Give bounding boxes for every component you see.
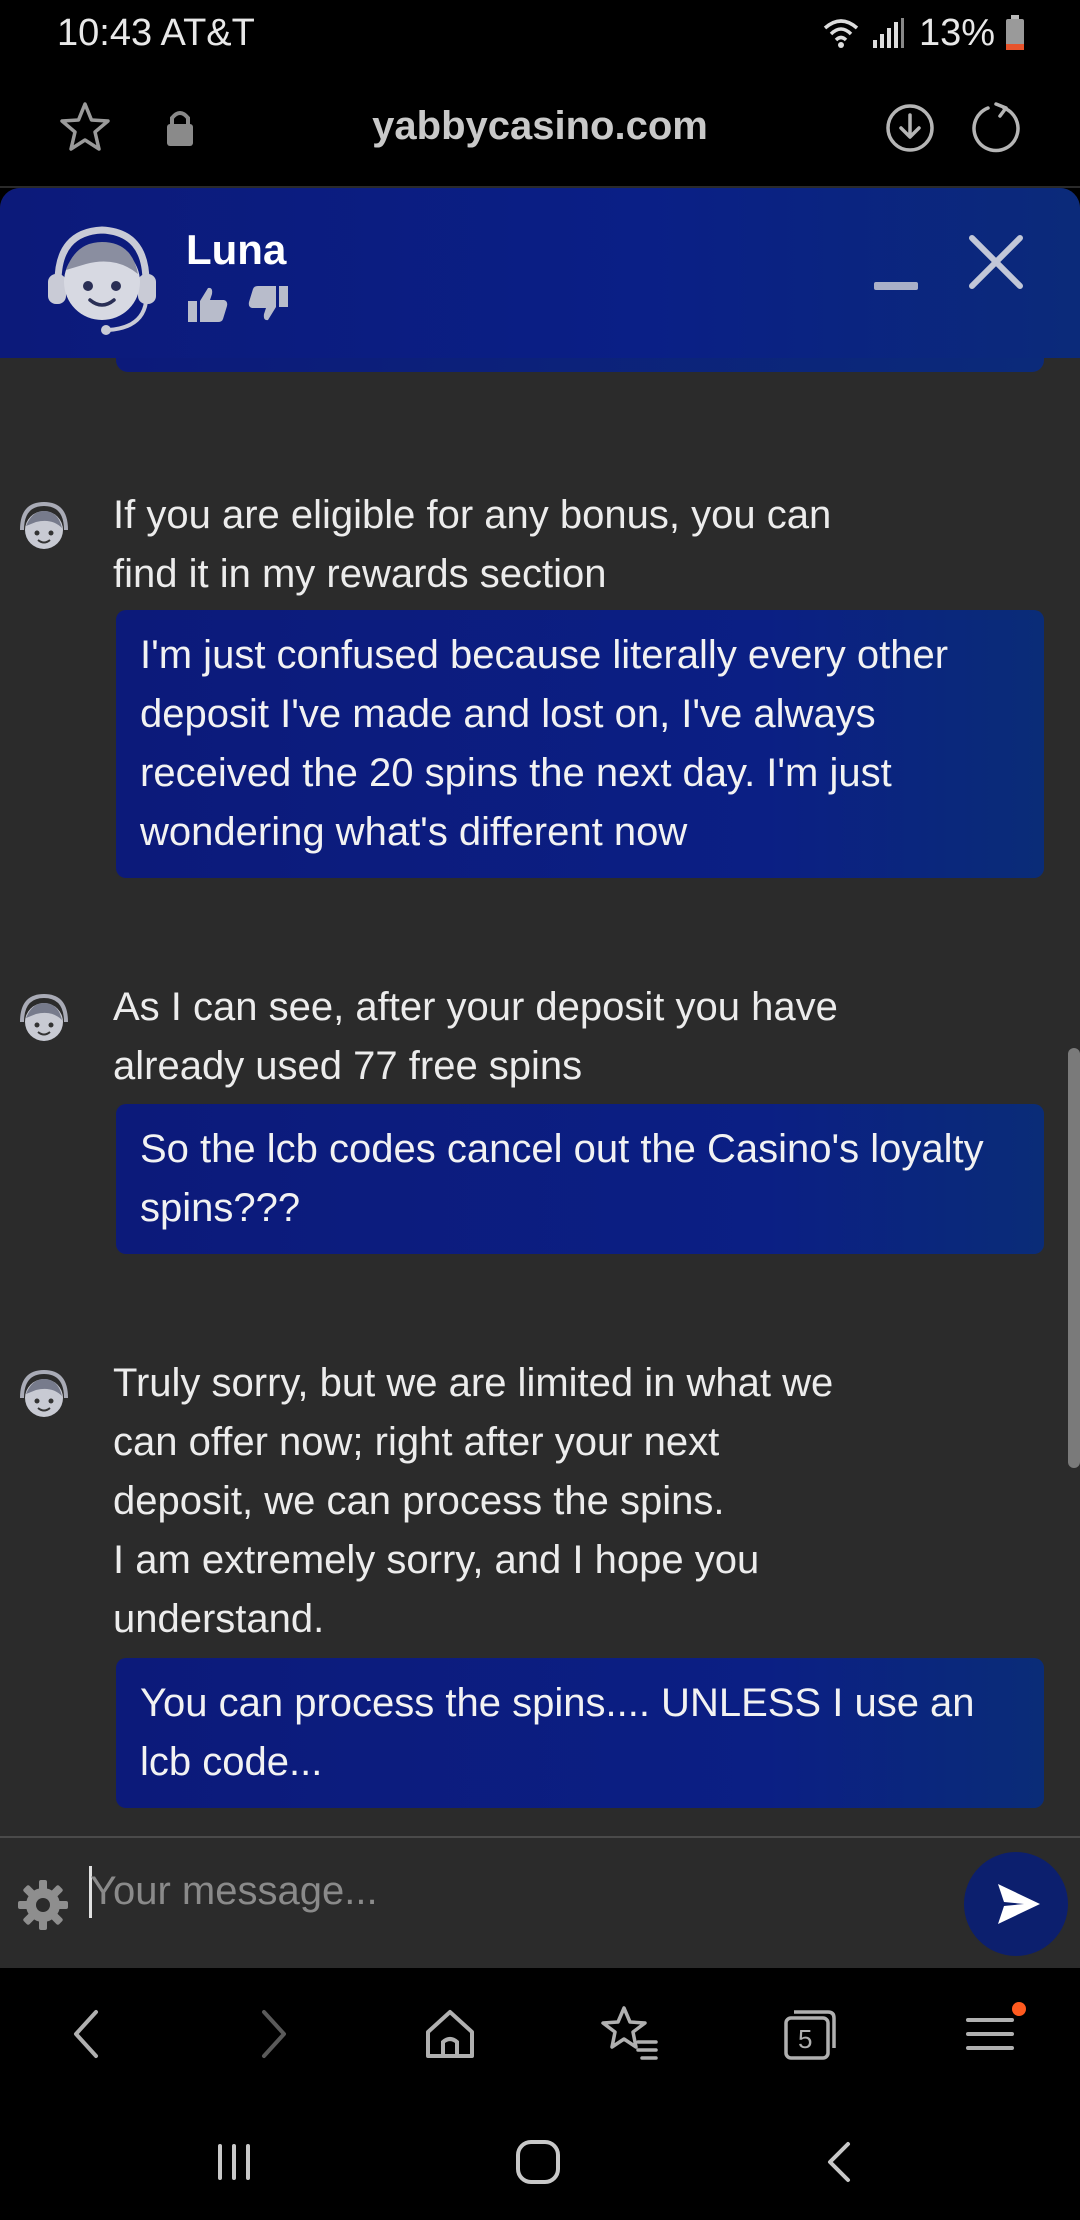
menu-button[interactable] xyxy=(954,1998,1026,2070)
agent-avatar-small xyxy=(20,1369,68,1417)
forward-icon[interactable] xyxy=(236,1998,308,2070)
battery-percent: 13% xyxy=(918,11,995,54)
agent-avatar xyxy=(48,226,156,335)
message-composer xyxy=(0,1836,1080,1968)
notification-dot xyxy=(1012,2002,1026,2016)
status-bar: 10:43 AT&T 13% xyxy=(0,0,1080,66)
user-message-text: You can process the spins.... UNLESS I u… xyxy=(140,1681,975,1784)
chat-widget: Luna If you are eligible for any bonus, … xyxy=(0,188,1080,1968)
message-list: If you are eligible for any bonus, you c… xyxy=(0,358,1080,1838)
agent-message-text: If you are eligible for any bonus, you c… xyxy=(113,493,832,596)
user-message-text: I'm just confused because literally ever… xyxy=(140,633,949,854)
rating-controls xyxy=(186,284,290,324)
browser-bottom-nav: 5 xyxy=(0,1968,1080,2098)
chat-scrollbar[interactable] xyxy=(1068,1048,1080,1468)
home-button-icon[interactable] xyxy=(508,2132,568,2192)
battery-icon xyxy=(1006,15,1024,50)
agent-message-text: Truly sorry, but we are limited in what … xyxy=(113,1361,834,1641)
system-back-icon[interactable] xyxy=(810,2132,870,2192)
system-nav-bar xyxy=(0,2098,1080,2220)
thumbs-down-icon[interactable] xyxy=(246,284,290,324)
signal-icon xyxy=(872,18,904,48)
agent-name: Luna xyxy=(186,226,287,273)
download-icon[interactable] xyxy=(880,98,940,158)
thumbs-up-icon[interactable] xyxy=(186,284,230,324)
home-icon[interactable] xyxy=(414,1998,486,2070)
wifi-icon xyxy=(823,19,859,48)
chat-header: Luna xyxy=(0,188,1080,358)
previous-user-bubble xyxy=(116,358,1044,372)
agent-message-text: As I can see, after your deposit you hav… xyxy=(113,985,838,1088)
status-indicators: 13% xyxy=(821,10,1025,56)
agent-avatar-small xyxy=(20,501,68,549)
user-message-text: So the lcb codes cancel out the Casino's… xyxy=(140,1127,984,1230)
close-icon[interactable] xyxy=(964,230,1028,294)
agent-avatar-small xyxy=(20,993,68,1041)
recent-apps-icon[interactable] xyxy=(204,2132,264,2192)
tabs-count: 5 xyxy=(798,2024,813,2054)
status-time-carrier: 10:43 AT&T xyxy=(57,12,255,54)
message-input[interactable] xyxy=(90,1858,950,1924)
gear-icon[interactable] xyxy=(14,1876,72,1934)
send-button[interactable] xyxy=(964,1852,1068,1956)
reload-icon[interactable] xyxy=(966,98,1026,158)
minimize-button[interactable] xyxy=(874,282,918,290)
user-message: I'm just confused because literally ever… xyxy=(116,610,1044,878)
user-message: You can process the spins.... UNLESS I u… xyxy=(116,1658,1044,1808)
tabs-button[interactable]: 5 xyxy=(774,1998,846,2070)
send-icon xyxy=(998,1884,1040,1924)
back-icon[interactable] xyxy=(52,1998,124,2070)
browser-address-bar: yabbycasino.com xyxy=(0,66,1080,188)
bookmarks-icon[interactable] xyxy=(594,1998,666,2070)
user-message: So the lcb codes cancel out the Casino's… xyxy=(116,1104,1044,1254)
